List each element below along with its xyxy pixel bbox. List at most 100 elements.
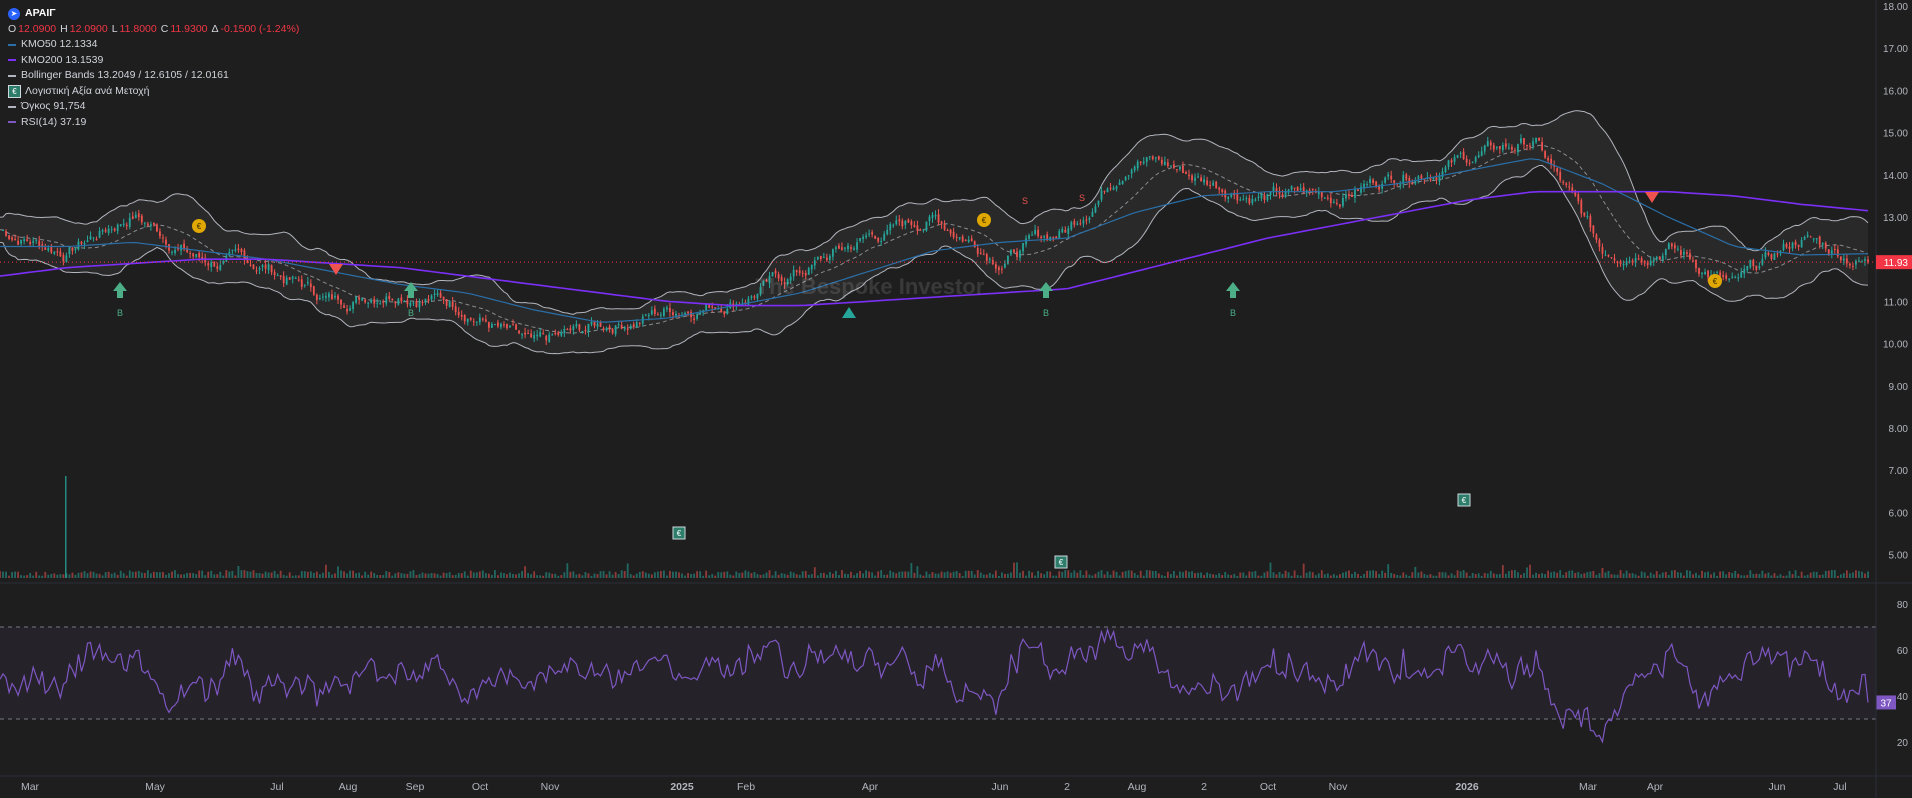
volume-bar [261, 573, 264, 578]
legend-symbol-row[interactable]: ➤ ΑΡΑΙΓ [8, 6, 303, 22]
volume-bar [530, 574, 533, 578]
volume-bar [792, 572, 795, 578]
volume-bar [1556, 572, 1559, 578]
volume-bar [433, 573, 436, 578]
volume-bar [753, 572, 756, 578]
candle-body [1652, 259, 1655, 263]
volume-bar [789, 571, 792, 578]
volume-bar [349, 570, 351, 578]
candle-body [1517, 144, 1519, 153]
volume-bar [1480, 575, 1483, 578]
volume-bar [318, 574, 321, 578]
volume-bar [394, 573, 397, 578]
candle-body [213, 261, 216, 267]
candle-body [1529, 145, 1531, 147]
volume-bar [1115, 571, 1118, 578]
candle-body [1480, 151, 1483, 156]
candle-body [1782, 243, 1785, 250]
legend-bvps[interactable]: € Λογιστική Αξία ανά Μετοχή [8, 84, 303, 100]
legend-volume[interactable]: Όγκος 91,754 [8, 99, 303, 115]
volume-bar [1230, 575, 1233, 578]
candle-body [216, 266, 219, 269]
buy-label: B [408, 308, 414, 318]
volume-bar [768, 570, 771, 578]
volume-bar [1025, 575, 1027, 578]
volume-bar [1414, 566, 1417, 578]
volume-bar [1088, 574, 1091, 578]
candle-body [1185, 172, 1187, 175]
candle-body [578, 324, 581, 330]
candle-body [1571, 187, 1574, 192]
candle-body [1124, 176, 1127, 181]
volume-bar [1215, 574, 1218, 578]
volume-bar [415, 575, 418, 578]
volume-bar [1779, 574, 1782, 578]
volume-bar [1474, 574, 1477, 578]
candle-body [140, 215, 143, 223]
candle-body [1070, 222, 1073, 230]
volume-bar [122, 573, 125, 578]
volume-bar [1278, 572, 1281, 578]
candle-body [1357, 189, 1359, 192]
volume-bar [189, 572, 192, 578]
candle-body [883, 233, 886, 241]
volume-bar [1103, 574, 1106, 578]
candle-body [1544, 151, 1547, 158]
candle-body [1417, 176, 1420, 179]
volume-bar [1643, 572, 1646, 578]
volume-bar [116, 574, 119, 578]
candle-body [536, 334, 539, 337]
legend-bb[interactable]: Bollinger Bands 13.2049 / 12.6105 / 12.0… [8, 68, 303, 84]
candle-body [1163, 161, 1166, 166]
legend-rsi[interactable]: RSI(14) 37.19 [8, 115, 303, 131]
candle-body [1299, 188, 1302, 191]
candle-body [931, 214, 934, 219]
candle-body [1351, 195, 1353, 197]
legend-ma50[interactable]: ΚΜΟ50 12.1334 [8, 37, 303, 53]
candle-body [623, 328, 626, 330]
candle-body [656, 314, 659, 316]
volume-bar [690, 574, 692, 578]
legend-ma200[interactable]: ΚΜΟ200 13.1539 [8, 53, 303, 69]
volume-bar [101, 575, 104, 578]
candle-body [270, 265, 273, 273]
candle-body [705, 303, 708, 311]
volume-bar [1308, 571, 1311, 578]
volume-bar [822, 572, 825, 578]
candle-body [451, 301, 454, 307]
volume-bar [1622, 573, 1625, 578]
volume-bar [385, 571, 388, 578]
candle-body [865, 235, 868, 238]
volume-bar [1275, 574, 1278, 578]
candle-body [1815, 238, 1818, 240]
volume-bar [222, 575, 225, 578]
watermark: The Bespoke Investor [756, 274, 985, 299]
candle-body [1679, 250, 1682, 256]
volume-bar [1191, 571, 1193, 578]
volume-bar [1375, 571, 1378, 578]
volume-bar [1773, 573, 1776, 578]
volume-bar [1830, 570, 1833, 578]
volume-bar [816, 575, 819, 578]
candle-body [1683, 251, 1685, 255]
dividend-label: € [982, 216, 987, 225]
candle-body [1166, 162, 1169, 167]
volume-bar [1163, 575, 1166, 578]
volume-bar [1224, 572, 1227, 578]
volume-bar [1281, 573, 1284, 578]
volume-bar [1640, 571, 1643, 578]
candle-body [1689, 253, 1691, 260]
candle-body [249, 264, 252, 266]
candle-body [1176, 169, 1178, 171]
volume-bar [409, 571, 412, 578]
candle-body [898, 219, 901, 222]
candle-body [1670, 243, 1673, 247]
candle-body [644, 314, 647, 316]
volume-bar [512, 574, 514, 578]
legend: ➤ ΑΡΑΙΓ O 12.0900 H 12.0900 L 11.8000 C 11.9… [8, 6, 303, 130]
volume-bar [1405, 574, 1408, 578]
volume-bar [1429, 574, 1432, 578]
volume-bar [1384, 572, 1387, 578]
volume-bar [813, 567, 816, 578]
candle-body [207, 263, 210, 266]
